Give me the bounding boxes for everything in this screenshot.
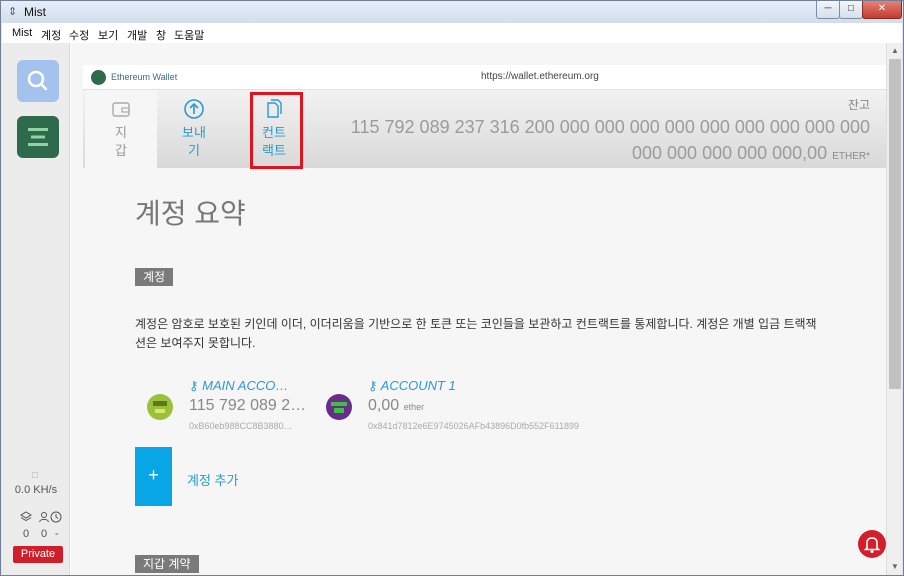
minimize-button[interactable]: ─ — [816, 1, 840, 19]
account-name: ⚷ ACCOUNT 1 — [368, 378, 456, 393]
balance-line-2: 000 000 000 000 000,00 — [632, 143, 828, 163]
menu-edit[interactable]: 수정 — [69, 27, 89, 43]
wallet-header: 지 갑 보내 기 컨트 랙트 잔고 115 792 089 237 316 20… — [83, 90, 886, 170]
network-badge: Private — [13, 546, 63, 563]
mist-app-icon: ⇕ — [8, 6, 18, 18]
wallet-icon — [112, 102, 130, 117]
wallet-app-button[interactable] — [17, 116, 59, 158]
peers-icon — [39, 512, 49, 523]
browse-button[interactable] — [17, 60, 59, 102]
url-text[interactable]: https://wallet.ethereum.org — [481, 71, 599, 82]
tab-wallets[interactable]: 지 갑 — [85, 90, 157, 168]
search-icon — [27, 70, 48, 91]
send-arrow-icon — [184, 99, 204, 119]
page-title: 계정 요약 — [135, 198, 246, 229]
tab-send[interactable]: 보내 기 — [158, 90, 230, 168]
account-identicon — [147, 394, 173, 420]
account-balance: 0,00 ether — [368, 397, 425, 414]
wallet-contracts-section-tag: 지갑 계약 — [135, 555, 199, 573]
menu-view[interactable]: 보기 — [98, 27, 118, 43]
bell-icon — [863, 537, 881, 553]
app-window: ⇕ Mist ─ □ ✕ Mist 계정 수정 보기 개발 창 도움말 □ 0.… — [0, 0, 904, 576]
balance-line-1: 115 792 089 237 316 200 000 000 000 000 … — [350, 117, 870, 137]
address-bar[interactable]: Ethereum Wallet https://wallet.ethereum.… — [83, 65, 886, 90]
account-overview: 계정 요약 계정 계정은 암호로 보호된 키인데 이더, 이더리움을 기반으로 … — [83, 168, 886, 575]
scroll-down-arrow-icon[interactable]: ▼ — [887, 559, 902, 575]
balance-unit: ETHER* — [832, 151, 870, 162]
site-name: Ethereum Wallet — [111, 72, 178, 82]
menu-accounts[interactable]: 계정 — [41, 27, 61, 43]
menu-bar: Mist 계정 수정 보기 개발 창 도움말 — [2, 23, 902, 43]
menu-help[interactable]: 도움말 — [174, 27, 204, 43]
account-identicon — [326, 394, 352, 420]
block-time: - — [55, 528, 59, 540]
key-icon: ⚷ — [189, 378, 203, 393]
clock-icon — [50, 511, 62, 523]
wallet-webview: Ethereum Wallet https://wallet.ethereum.… — [71, 43, 886, 575]
window-title: Mist — [24, 5, 46, 19]
add-account-label[interactable]: 계정 추가 — [187, 470, 238, 489]
wallet-logo-icon — [28, 128, 48, 146]
close-button[interactable]: ✕ — [862, 1, 902, 19]
tab-wallets-label: 지 갑 — [115, 125, 127, 158]
notifications-button[interactable] — [858, 530, 886, 558]
app-content: □ 0.0 KH/s 0 0 - Private Ethereum Wallet — [2, 43, 902, 575]
menu-window[interactable]: 창 — [156, 27, 166, 43]
account-address: 0xB60eb988CC8B3880… — [189, 421, 293, 431]
account-name: ⚷ MAIN ACCO… — [189, 378, 289, 393]
vertical-scrollbar[interactable]: ▲ ▼ — [886, 43, 902, 575]
accounts-description: 계정은 암호로 보호된 키인데 이더, 이더리움을 기반으로 한 토큰 또는 코… — [135, 317, 817, 350]
mining-icon: □ — [32, 470, 39, 481]
maximize-button[interactable]: □ — [839, 1, 863, 19]
add-account-button[interactable]: + — [135, 447, 172, 506]
title-bar: ⇕ Mist ─ □ ✕ — [1, 1, 903, 23]
peer-count: 0 — [41, 528, 48, 540]
hashrate: 0.0 KH/s — [14, 484, 58, 496]
ethereum-wallet-logo-icon — [91, 70, 106, 85]
mist-sidebar: □ 0.0 KH/s 0 0 - Private — [2, 43, 70, 575]
scroll-up-arrow-icon[interactable]: ▲ — [887, 43, 902, 59]
account-balance: 115 792 089 2… — [189, 397, 307, 414]
key-icon: ⚷ — [368, 378, 381, 393]
tab-send-label: 보내 기 — [182, 125, 206, 158]
menu-develop[interactable]: 개발 — [127, 27, 147, 43]
scroll-thumb[interactable] — [889, 59, 901, 389]
layers-icon — [20, 511, 32, 522]
account-address: 0x841d7812e6E9745026AFb43896D0fb552F6118… — [368, 421, 580, 431]
balance-label: 잔고 — [847, 98, 870, 112]
block-count: 0 — [23, 528, 30, 540]
accounts-section-tag: 계정 — [135, 268, 174, 286]
contracts-highlight-box — [250, 92, 303, 169]
menu-mist[interactable]: Mist — [12, 27, 32, 39]
total-balance: 115 792 089 237 316 200 000 000 000 000 … — [330, 114, 870, 170]
